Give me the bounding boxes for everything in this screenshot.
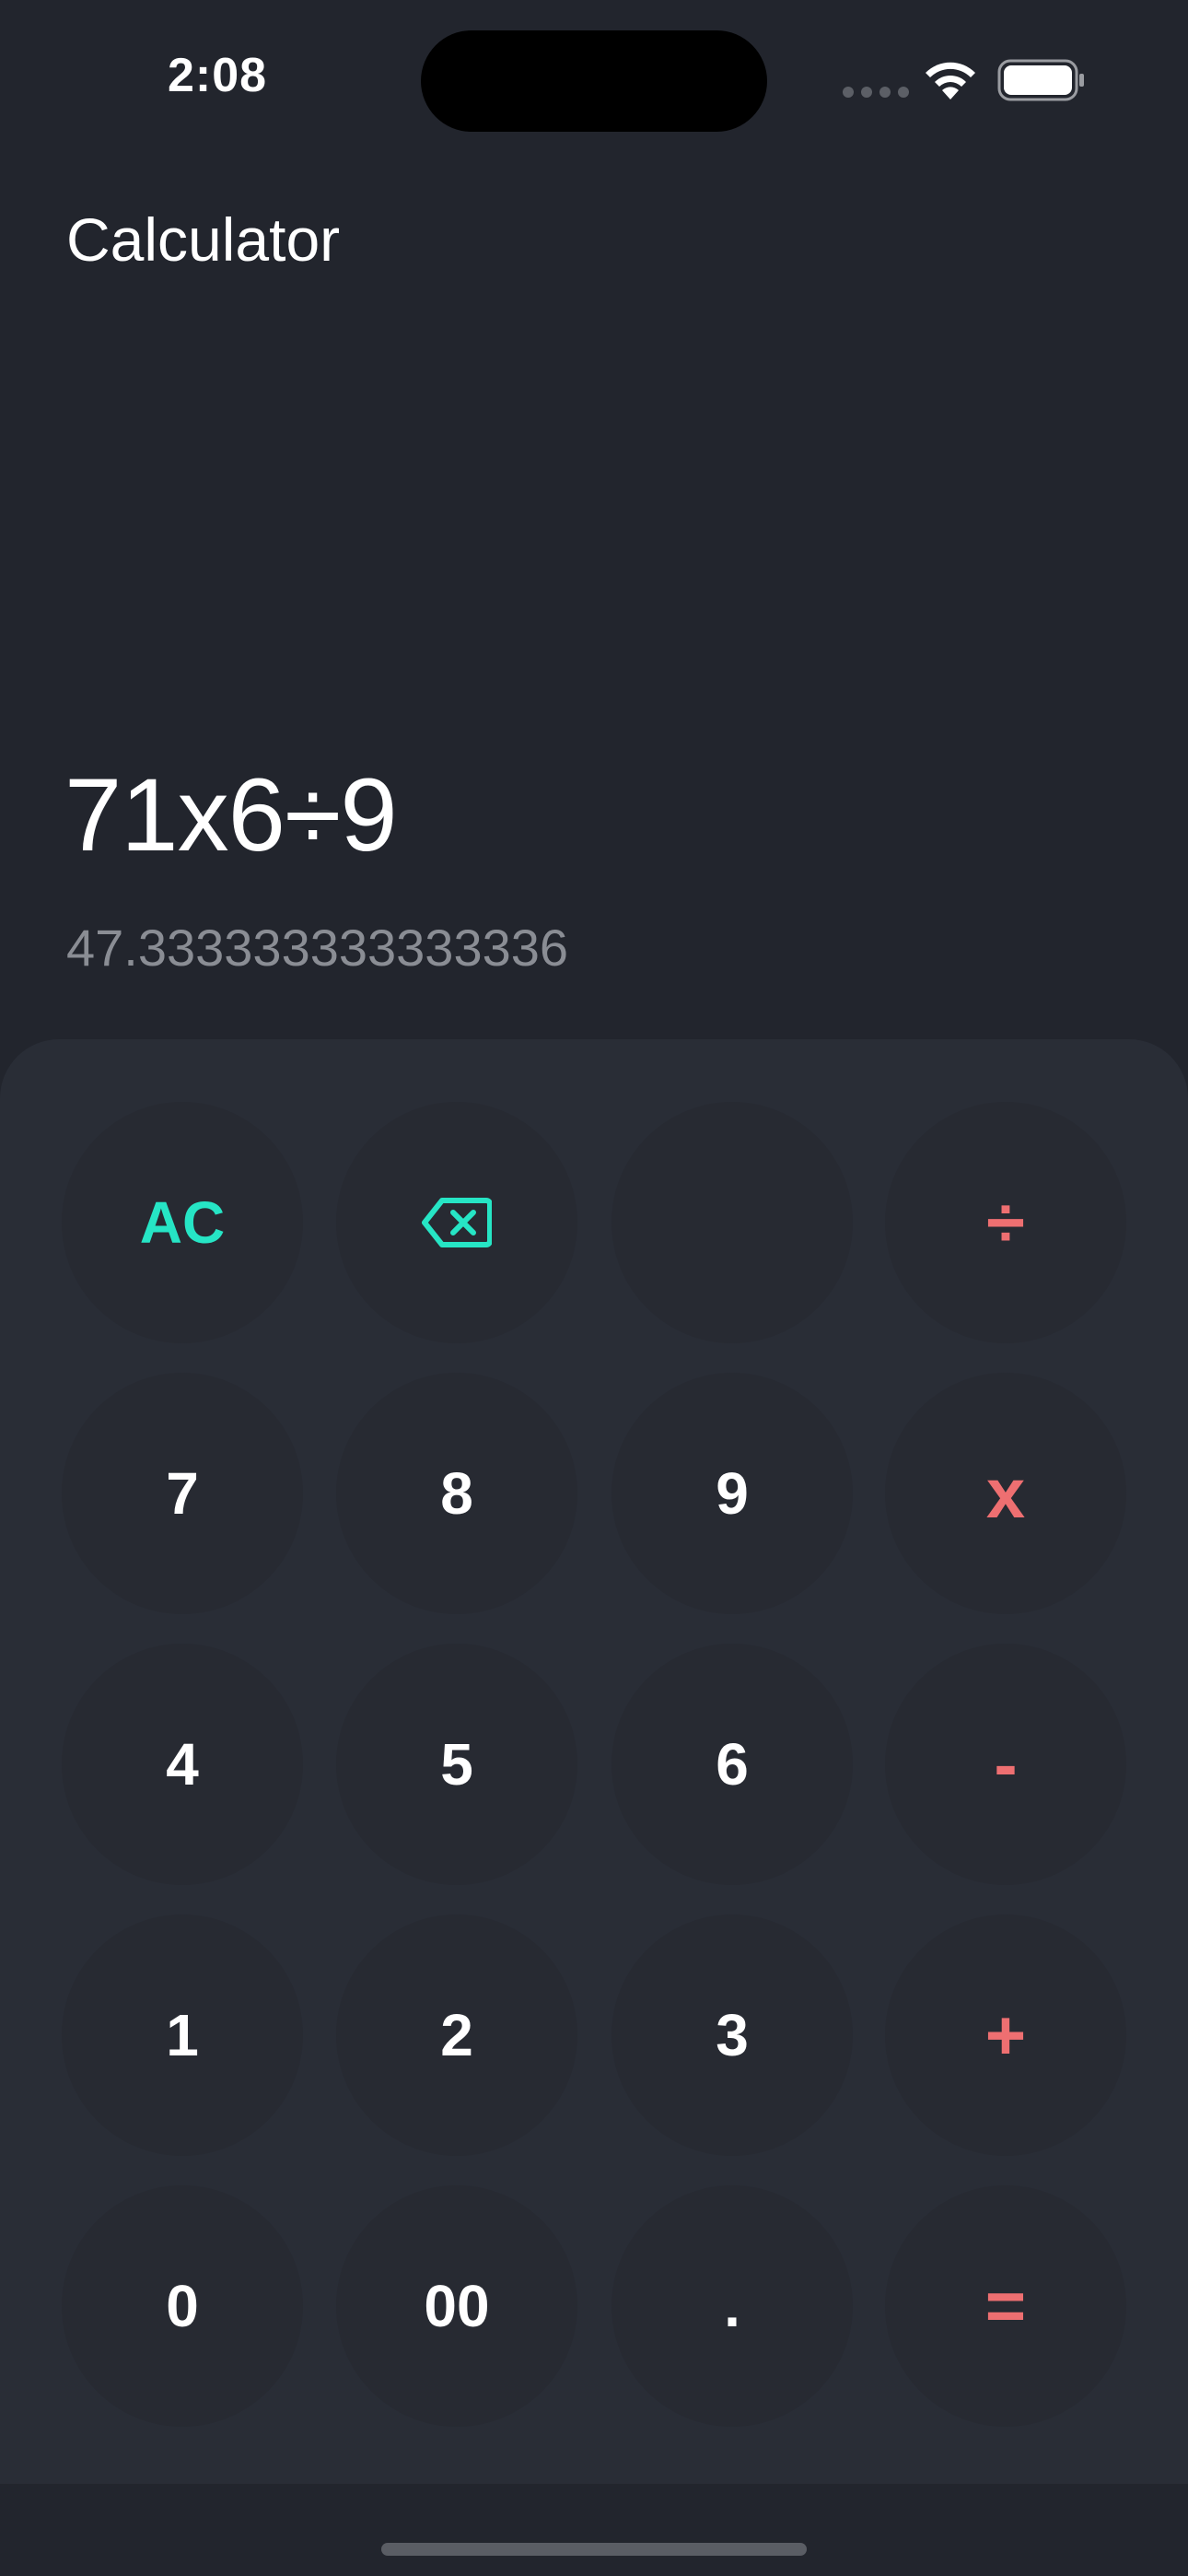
bottom-safe-area bbox=[0, 2484, 1188, 2576]
digit-9-label: 9 bbox=[716, 1460, 749, 1527]
digit-0-label: 0 bbox=[166, 2273, 199, 2339]
digit-1-button[interactable]: 1 bbox=[62, 1914, 303, 2156]
multiply-button[interactable]: x bbox=[885, 1373, 1126, 1614]
dynamic-island bbox=[421, 30, 767, 132]
digit-6-button[interactable]: 6 bbox=[611, 1644, 853, 1885]
multiply-button-label: x bbox=[985, 1454, 1026, 1533]
digit-0-button[interactable]: 0 bbox=[62, 2185, 303, 2427]
keypad: AC ÷ 7 8 9 x 4 5 6 - 1 2 3 + 0 00 . = bbox=[0, 1039, 1188, 2484]
double-zero-button[interactable]: 00 bbox=[336, 2185, 577, 2427]
digit-8-button[interactable]: 8 bbox=[336, 1373, 577, 1614]
decimal-point-label: . bbox=[724, 2273, 740, 2339]
home-indicator[interactable] bbox=[381, 2543, 807, 2556]
wifi-icon bbox=[926, 62, 975, 100]
backspace-button[interactable] bbox=[336, 1102, 577, 1343]
digit-9-button[interactable]: 9 bbox=[611, 1373, 853, 1614]
status-bar: 2:08 bbox=[0, 0, 1188, 157]
cellular-signal-icon bbox=[843, 87, 909, 98]
subtract-button-label: - bbox=[994, 1725, 1018, 1804]
result-preview: 47.333333333333336 bbox=[66, 919, 569, 977]
add-button[interactable]: + bbox=[885, 1914, 1126, 2156]
empty-key bbox=[611, 1102, 853, 1343]
digit-3-button[interactable]: 3 bbox=[611, 1914, 853, 2156]
page-title: Calculator bbox=[66, 205, 341, 274]
digit-2-button[interactable]: 2 bbox=[336, 1914, 577, 2156]
divide-button[interactable]: ÷ bbox=[885, 1102, 1126, 1343]
clear-button[interactable]: AC bbox=[62, 1102, 303, 1343]
digit-2-label: 2 bbox=[440, 2002, 473, 2068]
digit-4-label: 4 bbox=[166, 1731, 199, 1797]
decimal-point-button[interactable]: . bbox=[611, 2185, 853, 2427]
digit-5-label: 5 bbox=[440, 1731, 473, 1797]
digit-6-label: 6 bbox=[716, 1731, 749, 1797]
battery-icon bbox=[997, 59, 1084, 101]
equals-button[interactable]: = bbox=[885, 2185, 1126, 2427]
digit-7-label: 7 bbox=[166, 1460, 199, 1527]
backspace-icon bbox=[422, 1198, 492, 1247]
subtract-button[interactable]: - bbox=[885, 1644, 1126, 1885]
digit-3-label: 3 bbox=[716, 2002, 749, 2068]
divide-button-label: ÷ bbox=[986, 1183, 1025, 1262]
double-zero-label: 00 bbox=[424, 2273, 490, 2339]
clear-button-label: AC bbox=[139, 1189, 226, 1256]
expression-display: 71x6÷9 bbox=[64, 757, 398, 872]
status-time: 2:08 bbox=[168, 49, 268, 102]
equals-button-label: = bbox=[984, 2266, 1027, 2346]
digit-1-label: 1 bbox=[166, 2002, 199, 2068]
digit-4-button[interactable]: 4 bbox=[62, 1644, 303, 1885]
digit-5-button[interactable]: 5 bbox=[336, 1644, 577, 1885]
digit-7-button[interactable]: 7 bbox=[62, 1373, 303, 1614]
digit-8-label: 8 bbox=[440, 1460, 473, 1527]
add-button-label: + bbox=[984, 1996, 1027, 2075]
